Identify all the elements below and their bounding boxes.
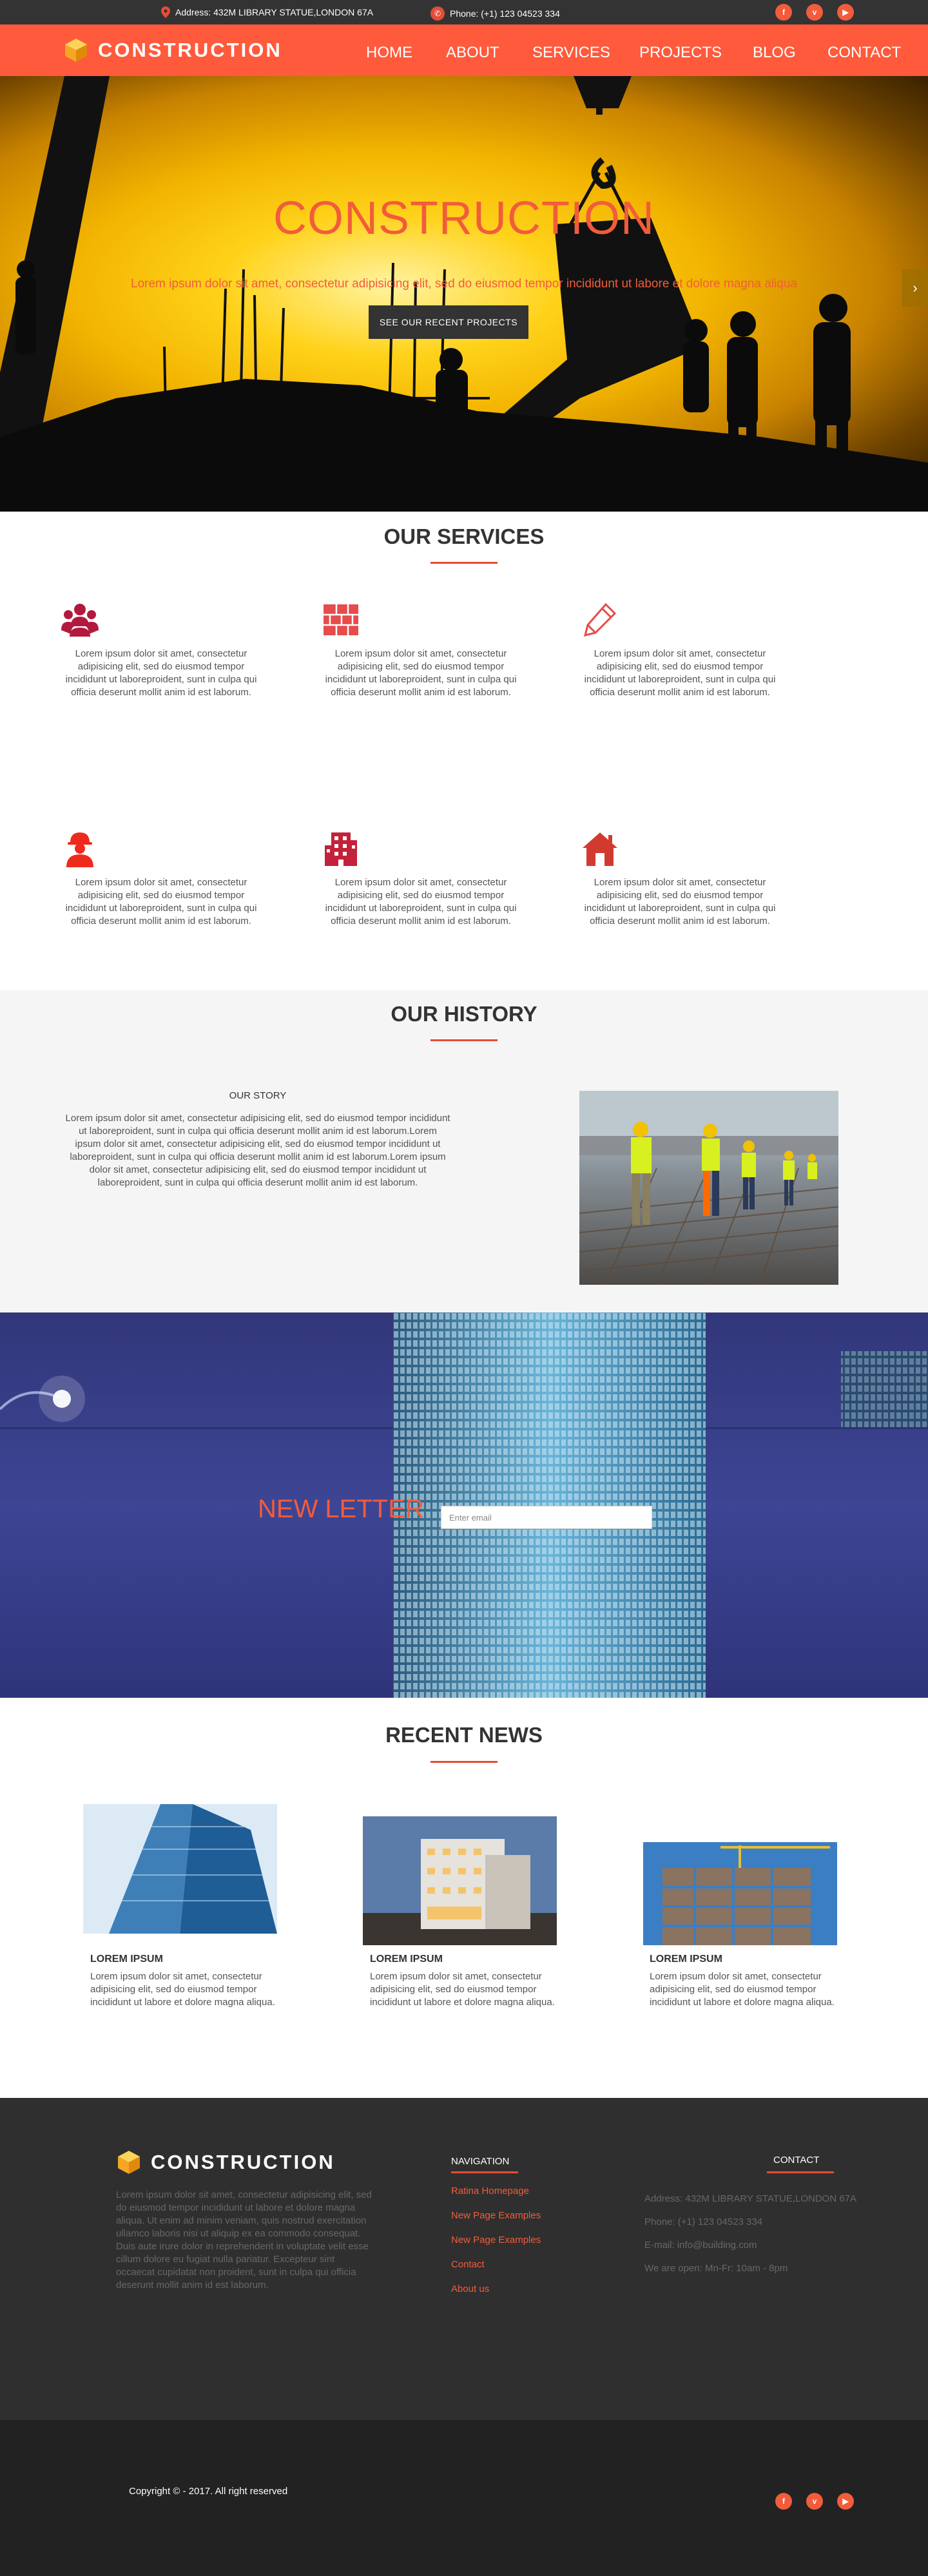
youtube-icon[interactable]: ▶ xyxy=(837,4,854,21)
vimeo-icon[interactable]: v xyxy=(806,4,823,21)
story-text: Lorem ipsum dolor sit amet, consectetur … xyxy=(65,1113,450,1188)
services-divider xyxy=(430,562,498,564)
main-navbar: CONSTRUCTION HOME ABOUT SERVICES PROJECT… xyxy=(0,24,928,76)
footer-nav-title: NAVIGATION xyxy=(451,2156,510,2167)
service-3-text: Lorem ipsum dolor sit amet, consectetur … xyxy=(584,648,776,698)
slider-next-icon[interactable]: › xyxy=(902,269,928,307)
footer-about-text: Lorem ipsum dolor sit amet, consectetur … xyxy=(116,2189,372,2291)
footer-social-links: f v ▶ xyxy=(775,2493,854,2510)
news-1-image[interactable] xyxy=(83,1804,277,1934)
hero-background-image xyxy=(0,76,928,512)
map-pin-icon xyxy=(161,6,170,18)
phone-info: ✆ Phone: (+1) 123 04523 334 xyxy=(430,6,560,21)
social-links: f v ▶ xyxy=(775,4,854,21)
footer-nav-divider xyxy=(451,2171,518,2173)
footer-phone: Phone: (+1) 123 04523 334 xyxy=(644,2216,763,2227)
history-workers-image xyxy=(579,1091,838,1285)
brand-logo[interactable]: CONSTRUCTION xyxy=(63,37,282,63)
hero-subtitle: Lorem ipsum dolor sit amet, consectetur … xyxy=(131,277,797,291)
facebook-icon[interactable]: f xyxy=(775,2493,792,2510)
nav-services[interactable]: SERVICES xyxy=(532,44,610,62)
hero-slider: CONSTRUCTION Lorem ipsum dolor sit amet,… xyxy=(0,76,928,512)
brick-wall-icon xyxy=(324,604,358,635)
footer-brand-name: CONSTRUCTION xyxy=(151,2151,335,2173)
nav-blog[interactable]: BLOG xyxy=(753,44,796,62)
news-divider xyxy=(430,1761,498,1763)
news-3-title[interactable]: LOREM IPSUM xyxy=(650,1954,722,1965)
footer-link-ratina-homepage[interactable]: Ratina Homepage xyxy=(451,2186,529,2196)
cube-logo-icon xyxy=(65,39,87,62)
youtube-icon[interactable]: ▶ xyxy=(837,2493,854,2510)
footer-hours: We are open: Mn-Fr: 10am - 8pm xyxy=(644,2263,788,2274)
facebook-icon[interactable]: f xyxy=(775,4,792,21)
footer-contact-divider xyxy=(767,2171,834,2173)
services-title: OUR SERVICES xyxy=(383,524,545,548)
newsletter-section xyxy=(0,1312,928,1698)
news-2-title[interactable]: LOREM IPSUM xyxy=(370,1954,443,1965)
footer-email[interactable]: E-mail: info@building.com xyxy=(644,2240,757,2251)
service-1-text: Lorem ipsum dolor sit amet, consectetur … xyxy=(65,648,257,698)
service-5-text: Lorem ipsum dolor sit amet, consectetur … xyxy=(325,877,517,927)
story-title: OUR STORY xyxy=(229,1090,287,1101)
recent-projects-button[interactable]: SEE OUR RECENT PROJECTS xyxy=(369,305,528,339)
pencil-icon xyxy=(583,602,617,637)
worker-icon xyxy=(66,832,93,867)
cube-logo-icon xyxy=(118,2151,140,2174)
phone-icon: ✆ xyxy=(430,6,445,21)
history-divider xyxy=(430,1039,498,1041)
team-icon xyxy=(61,604,99,637)
vimeo-icon[interactable]: v xyxy=(806,2493,823,2510)
top-bar: Address: 432M LIBRARY STATUE,LONDON 67A … xyxy=(0,0,928,24)
news-3-image[interactable] xyxy=(643,1842,837,1945)
skyscraper-background-image xyxy=(0,1312,928,1698)
nav-projects[interactable]: PROJECTS xyxy=(639,44,722,62)
address-text: Address: 432M LIBRARY STATUE,LONDON 67A xyxy=(175,7,374,17)
footer-link-new-page-examples-2[interactable]: New Page Examples xyxy=(451,2235,541,2245)
footer-link-new-page-examples-1[interactable]: New Page Examples xyxy=(451,2210,541,2221)
hero-title: CONSTRUCTION xyxy=(273,193,655,244)
news-3-text: Lorem ipsum dolor sit amet, consectetur … xyxy=(650,1971,835,2008)
building-icon xyxy=(325,832,357,866)
newsletter-title: NEW LETTER xyxy=(258,1495,424,1523)
copyright-text: Copyright © - 2017. All right reserved xyxy=(129,2486,288,2497)
nav-home[interactable]: HOME xyxy=(366,44,412,62)
footer-link-about-us[interactable]: About us xyxy=(451,2283,489,2294)
news-1-title[interactable]: LOREM IPSUM xyxy=(90,1954,163,1965)
nav-contact[interactable]: CONTACT xyxy=(827,44,901,62)
news-2-text: Lorem ipsum dolor sit amet, consectetur … xyxy=(370,1971,555,2008)
phone-text: Phone: (+1) 123 04523 334 xyxy=(450,8,560,19)
footer-contact-title: CONTACT xyxy=(773,2155,820,2166)
service-2-text: Lorem ipsum dolor sit amet, consectetur … xyxy=(325,648,517,698)
service-4-text: Lorem ipsum dolor sit amet, consectetur … xyxy=(65,877,257,927)
news-title: RECENT NEWS xyxy=(385,1723,543,1747)
newsletter-email-input[interactable] xyxy=(441,1506,652,1529)
address-info: Address: 432M LIBRARY STATUE,LONDON 67A xyxy=(161,6,373,18)
nav-about[interactable]: ABOUT xyxy=(446,44,499,62)
house-icon xyxy=(583,832,617,866)
history-title: OUR HISTORY xyxy=(391,1002,537,1026)
brand-name: CONSTRUCTION xyxy=(98,39,282,61)
footer-address: Address: 432M LIBRARY STATUE,LONDON 67A xyxy=(644,2193,857,2204)
news-2-image[interactable] xyxy=(363,1816,557,1945)
service-6-text: Lorem ipsum dolor sit amet, consectetur … xyxy=(584,877,776,927)
footer-link-contact[interactable]: Contact xyxy=(451,2259,485,2270)
news-1-text: Lorem ipsum dolor sit amet, consectetur … xyxy=(90,1971,275,2008)
footer-logo[interactable]: CONSTRUCTION xyxy=(116,2149,335,2175)
